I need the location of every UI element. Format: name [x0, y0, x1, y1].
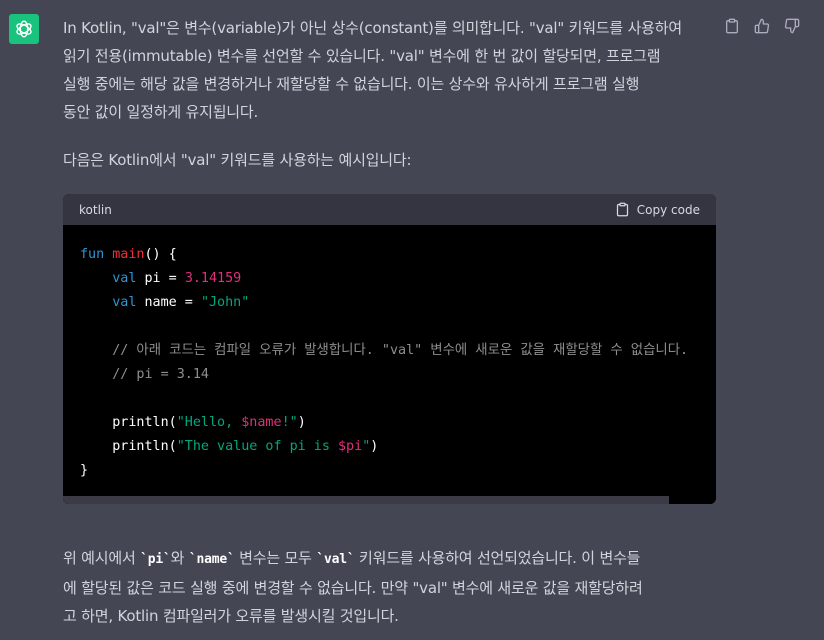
code-line: val pi = 3.14159 — [80, 267, 700, 291]
copy-code-label: Copy code — [636, 202, 700, 217]
inline-code: `name` — [188, 552, 235, 567]
paragraph-intro: In Kotlin, "val"은 변수(variable)가 아닌 상수(co… — [63, 14, 716, 126]
text-line: 고 하면, Kotlin 컴파일러가 오류를 발생시킬 것입니다. — [63, 607, 399, 625]
text-segment: 와 — [170, 549, 189, 567]
code-line: println("The value of pi is $pi") — [80, 435, 700, 459]
scrollbar-thumb[interactable] — [63, 496, 669, 504]
paragraph-example-intro: 다음은 Kotlin에서 "val" 키워드를 사용하는 예시입니다: — [63, 151, 412, 169]
code-token: // pi = 3.14 — [112, 367, 209, 382]
message-actions — [722, 16, 802, 36]
clipboard-icon — [616, 202, 628, 217]
code-token: fun — [80, 247, 105, 262]
paragraph-explanation: 위 예시에서 `pi`와 `name` 변수는 모두 `val` 키워드를 사용… — [63, 544, 716, 630]
code-line: } — [80, 459, 700, 483]
text-line: 에 할당된 값은 코드 실행 중에 변경할 수 없습니다. 만약 "val" 변… — [63, 579, 643, 597]
thumbs-up-icon — [754, 18, 770, 34]
assistant-avatar — [9, 14, 39, 44]
code-line: // pi = 3.14 — [80, 363, 700, 387]
text-segment: 위 예시에서 — [63, 549, 141, 567]
code-token: !" — [281, 415, 298, 430]
chatgpt-logo-icon — [16, 20, 32, 38]
code-block: kotlin Copy code fun main() { val pi = 3… — [63, 194, 716, 504]
code-token: () { — [144, 247, 177, 262]
text-segment: 키워드를 사용하여 선언되었습니다. 이 변수들 — [354, 549, 641, 567]
code-token: println( — [80, 415, 177, 430]
code-token: ) — [297, 415, 306, 430]
code-token: "The value of pi is — [176, 439, 338, 454]
code-token: ) — [370, 439, 379, 454]
code-content[interactable]: fun main() { val pi = 3.14159 val name =… — [63, 225, 716, 496]
code-language-label: kotlin — [79, 202, 112, 217]
code-line: println("Hello, $name!") — [80, 411, 700, 435]
code-token: main — [112, 247, 145, 262]
inline-code: `val` — [316, 552, 355, 567]
code-token: name = — [136, 295, 201, 310]
code-line: fun main() { — [80, 243, 700, 267]
code-token: "John" — [200, 295, 250, 310]
code-token: pi = — [136, 271, 185, 286]
assistant-message: In Kotlin, "val"은 변수(variable)가 아닌 상수(co… — [63, 14, 716, 630]
text-line: 동안 값이 일정하게 유지됩니다. — [63, 103, 259, 121]
thumbs-down-button[interactable] — [782, 16, 802, 36]
chat-page: In Kotlin, "val"은 변수(variable)가 아닌 상수(co… — [0, 0, 824, 640]
text-line: 실행 중에는 해당 값을 변경하거나 재할당할 수 없습니다. 이는 상수와 유… — [63, 75, 640, 93]
code-line: val name = "John" — [80, 291, 700, 315]
text-line: 위 예시에서 `pi`와 `name` 변수는 모두 `val` 키워드를 사용… — [63, 544, 716, 574]
code-token: // 아래 코드는 컴파일 오류가 발생합니다. "val" 변수에 새로운 값… — [112, 343, 689, 358]
code-horizontal-scrollbar[interactable] — [63, 496, 716, 504]
text-segment: 변수는 모두 — [234, 549, 317, 567]
code-token: "Hello, — [176, 415, 242, 430]
thumbs-up-button[interactable] — [752, 16, 772, 36]
code-token: $name — [241, 415, 282, 430]
code-token: $pi — [338, 439, 363, 454]
text-line: In Kotlin, "val"은 변수(variable)가 아닌 상수(co… — [63, 19, 682, 37]
code-token: 3.14159 — [184, 271, 242, 286]
clipboard-icon — [726, 18, 738, 34]
thumbs-down-icon — [784, 18, 800, 34]
inline-code: `pi` — [140, 552, 171, 567]
code-block-header: kotlin Copy code — [63, 194, 716, 225]
code-line: // 아래 코드는 컴파일 오류가 발생합니다. "val" 변수에 새로운 값… — [80, 339, 700, 363]
code-token: println( — [80, 439, 177, 454]
code-token: val — [112, 271, 137, 286]
copy-code-button[interactable]: Copy code — [615, 202, 700, 217]
code-token: val — [112, 295, 137, 310]
copy-message-button[interactable] — [722, 16, 742, 36]
code-token: } — [80, 463, 89, 478]
text-line: 읽기 전용(immutable) 변수를 선언할 수 있습니다. "val" 변… — [63, 47, 661, 65]
